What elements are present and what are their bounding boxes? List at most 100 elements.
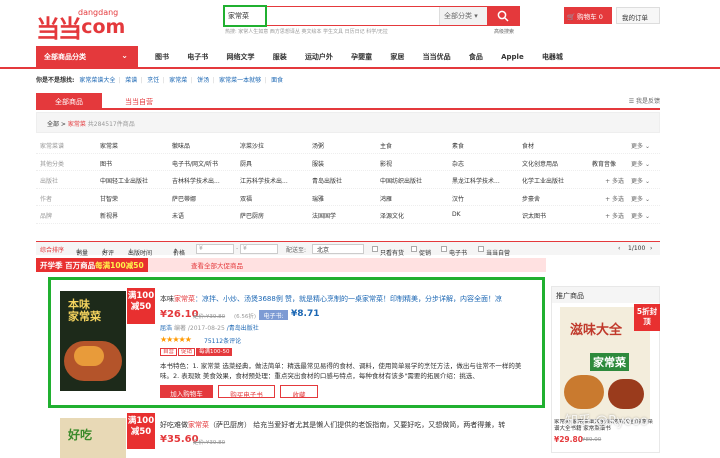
filter-promo[interactable]: 促销 <box>411 245 431 257</box>
breadcrumb-all[interactable]: 全部 <box>47 121 59 128</box>
suggestion-link[interactable]: 菜谱 <box>125 77 137 84</box>
filter-option[interactable]: 黑龙江科学技术... <box>452 176 500 185</box>
filter-option[interactable]: 化学工业出版社 <box>522 176 564 185</box>
filter-more[interactable]: 更多 ⌄ <box>631 159 650 168</box>
breadcrumb-keyword[interactable]: 家常菜 <box>68 121 86 128</box>
filter-more[interactable]: 更多 ⌄ <box>631 176 650 185</box>
dangdang-logo[interactable]: 当当 dangdang .com <box>36 6 140 43</box>
filter-option[interactable]: 江苏科学技术出... <box>240 176 288 185</box>
buy-ebook-button[interactable]: 购买电子书 <box>218 385 275 399</box>
hot-search-words[interactable]: 热搜: 家常人生如意 西方思想译丛 英文绘本 学生文具 日历日记 科学/无拉 <box>225 28 388 35</box>
suggestion-link[interactable]: 面食 <box>271 77 283 84</box>
product-cover[interactable]: 本味 家常菜 <box>60 291 126 391</box>
author-link[interactable]: 屈浩 <box>160 325 172 332</box>
nav-item[interactable]: 当当优品 <box>423 53 451 61</box>
filter-option[interactable]: 家常菜 <box>100 141 118 150</box>
price-from-input[interactable]: ¥ <box>196 244 234 254</box>
next-page-button[interactable]: › <box>650 245 652 252</box>
filter-in-stock[interactable]: 只看有货 <box>372 245 404 257</box>
nav-item[interactable]: 服装 <box>273 53 287 61</box>
nav-item[interactable]: 电器城 <box>542 53 563 61</box>
filter-option[interactable]: 文化创意用品 <box>522 159 558 168</box>
product-title[interactable]: 好吃难做家常菜（萨巴厨房） 给充当爱好者尤其是懒人们提供的老饭指南，又要好吃，又… <box>160 420 532 430</box>
filter-option[interactable]: 鸿雁 <box>380 194 392 203</box>
filter-option[interactable]: 未语 <box>172 211 184 220</box>
filter-self[interactable]: 当当自营 <box>478 245 510 257</box>
filter-option[interactable]: 吉林科学技术出... <box>172 176 220 185</box>
advanced-search-link[interactable]: 高级搜索 <box>494 28 514 35</box>
tab-dangdang-self[interactable]: 当当自营 <box>106 93 172 110</box>
filter-option[interactable]: 青岛出版社 <box>312 176 342 185</box>
filter-option[interactable]: 杂志 <box>452 159 464 168</box>
tab-all-products[interactable]: 全部商品 <box>36 93 102 110</box>
nav-item[interactable]: 食品 <box>469 53 483 61</box>
filter-multiselect[interactable]: + 多选 <box>605 194 624 203</box>
filter-ebook[interactable]: 电子书 <box>441 245 467 257</box>
price-to-input[interactable]: ¥ <box>240 244 278 254</box>
filter-option[interactable]: 厨具 <box>240 159 252 168</box>
filter-option[interactable]: 教育音像 <box>592 159 616 168</box>
feedback-link[interactable]: ☰ 我是反馈 <box>629 96 660 105</box>
search-category-select[interactable]: 全部分类 ▾ <box>439 7 487 25</box>
filter-option[interactable]: 图书 <box>100 159 112 168</box>
cart-button[interactable]: 🛒 购物车 0 <box>564 7 612 24</box>
promo-banner-link[interactable]: 查看全部大促商品 <box>191 260 243 270</box>
filter-option[interactable]: 汉竹 <box>452 194 464 203</box>
checkbox[interactable] <box>411 245 417 252</box>
filter-option[interactable]: 电子书/网文/听书 <box>172 159 218 168</box>
filter-option[interactable]: 中国轻工业出版社 <box>100 176 148 185</box>
publisher-link[interactable]: /青岛出版社 <box>227 325 259 332</box>
filter-option[interactable]: 瑞雅 <box>312 194 324 203</box>
filter-option[interactable]: 主食 <box>380 141 392 150</box>
product-cover[interactable]: 好吃 <box>60 418 126 458</box>
sort-default[interactable]: 综合排序 <box>40 245 64 254</box>
filter-option[interactable]: 步豪舍 <box>522 194 540 203</box>
filter-option[interactable]: 萨巴蒂娜 <box>172 194 196 203</box>
suggestion-link[interactable]: 家常菜 <box>169 77 187 84</box>
suggestion-link[interactable]: 饼汤 <box>197 77 209 84</box>
nav-item[interactable]: Apple <box>501 53 524 61</box>
nav-item[interactable]: 电子书 <box>187 53 208 61</box>
nav-item[interactable]: 网络文学 <box>226 53 254 61</box>
all-categories-button[interactable]: 全部商品分类 ⌄ <box>36 46 138 67</box>
nav-item[interactable]: 运动户外 <box>305 53 333 61</box>
filter-option[interactable]: DK <box>452 211 461 218</box>
filter-option[interactable]: 新视界 <box>100 211 118 220</box>
product-title[interactable]: 本味家常菜：凉拌、小炒、汤煲3688例 赞，就是精心烹制的一桌家常菜！印制精美，… <box>160 294 532 304</box>
my-orders-button[interactable]: 我的订单 <box>616 7 660 24</box>
nav-item[interactable]: 家居 <box>390 53 404 61</box>
suggestion-link[interactable]: 烹饪 <box>147 77 159 84</box>
prev-page-button[interactable]: ‹ <box>618 245 620 252</box>
filter-option[interactable]: 双福 <box>240 194 252 203</box>
filter-option[interactable]: 凉菜沙拉 <box>240 141 264 150</box>
filter-option[interactable]: 萨巴厨房 <box>240 211 264 220</box>
filter-option[interactable]: 识太图书 <box>522 211 546 220</box>
filter-option[interactable]: 服装 <box>312 159 324 168</box>
filter-option[interactable]: 食材 <box>522 141 534 150</box>
search-button[interactable] <box>487 7 519 25</box>
filter-more[interactable]: 更多 ⌄ <box>631 141 650 150</box>
filter-option[interactable]: 中国纺织出版社 <box>380 176 422 185</box>
favorite-button[interactable]: 收藏 <box>280 385 318 399</box>
suggestion-link[interactable]: 家常菜谱大全 <box>79 77 115 84</box>
promo-banner[interactable]: 开学季 百万商品每满100减50 查看全部大促商品 <box>36 258 546 272</box>
filter-option[interactable]: 徽味品 <box>172 141 190 150</box>
checkbox[interactable] <box>441 245 447 252</box>
ship-city-select[interactable]: 北京 <box>312 244 364 254</box>
nav-item[interactable]: 孕婴童 <box>351 53 372 61</box>
suggestion-link[interactable]: 家常菜一本就够 <box>219 77 261 84</box>
filter-option[interactable]: 泽源文化 <box>380 211 404 220</box>
filter-option[interactable]: 甘智荣 <box>100 194 118 203</box>
checkbox[interactable] <box>478 245 484 252</box>
filter-option[interactable]: 影视 <box>380 159 392 168</box>
filter-more[interactable]: 更多 ⌄ <box>631 194 650 203</box>
nav-item[interactable]: 图书 <box>155 53 169 61</box>
review-count[interactable]: 75112条评论 <box>204 336 241 345</box>
add-to-cart-button[interactable]: 加入购物车 <box>160 385 213 398</box>
filter-multiselect[interactable]: + 多选 <box>605 211 624 220</box>
checkbox[interactable] <box>372 245 378 252</box>
filter-option[interactable]: 汤粥 <box>312 141 324 150</box>
filter-option[interactable]: 法国国学 <box>312 211 336 220</box>
filter-multiselect[interactable]: + 多选 <box>605 176 624 185</box>
filter-more[interactable]: 更多 ⌄ <box>631 211 650 220</box>
